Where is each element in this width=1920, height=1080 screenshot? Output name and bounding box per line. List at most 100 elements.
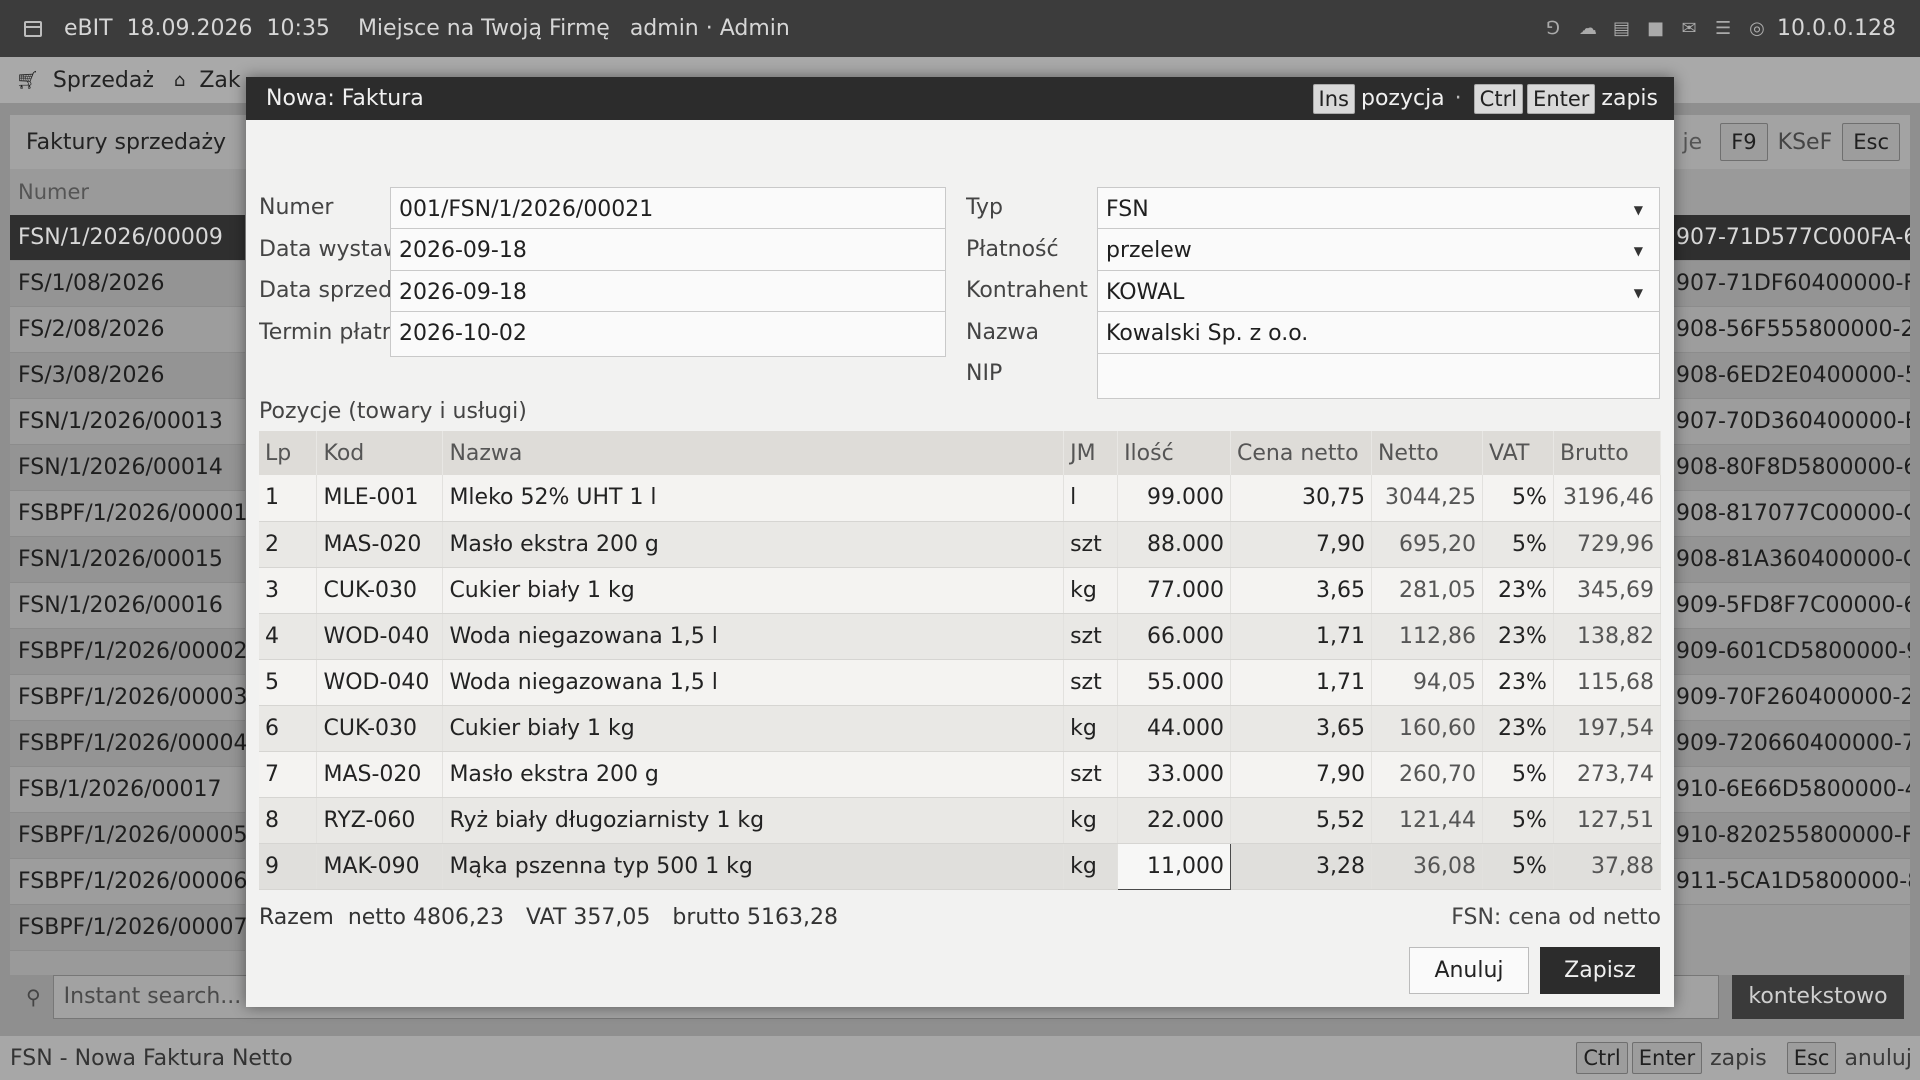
list-icon[interactable]: ☰ xyxy=(1715,19,1731,37)
cell-kod[interactable]: WOD-040 xyxy=(316,659,444,706)
list-item[interactable]: FSBPF/1/2026/00006 xyxy=(10,859,247,905)
save-button[interactable]: Zapisz xyxy=(1540,947,1660,994)
list-item-ksef-id[interactable]: 910-820255800000-F8 xyxy=(1670,813,1910,859)
cell-vat[interactable]: 5% xyxy=(1482,521,1554,568)
cell-kod[interactable]: CUK-030 xyxy=(316,567,444,614)
cell-cena-netto[interactable]: 5,52 xyxy=(1230,797,1372,844)
list-item-ksef-id[interactable]: 907-70D360400000-E9 xyxy=(1670,399,1910,445)
cell-cena-netto[interactable]: 30,75 xyxy=(1230,475,1372,522)
nip-input[interactable] xyxy=(1097,353,1660,399)
list-item-ksef-id[interactable]: 909-5FD8F7C00000-67 xyxy=(1670,583,1910,629)
cell-vat[interactable]: 5% xyxy=(1482,843,1554,890)
cell-brutto[interactable]: 273,74 xyxy=(1553,751,1662,798)
data-wystawienia-input[interactable]: 2026-09-18 xyxy=(390,228,946,274)
cell-nazwa[interactable]: Ryż biały długoziarnisty 1 kg xyxy=(442,797,1065,844)
cell-nazwa[interactable]: Mleko 52% UHT 1 l xyxy=(442,475,1065,522)
kontrahent-select[interactable]: KOWAL ▼ xyxy=(1097,270,1660,316)
table-row[interactable]: 6 CUK-030 Cukier biały 1 kg kg 44.000 3,65 160… xyxy=(259,705,1662,752)
cell-jm[interactable]: szt xyxy=(1063,751,1119,798)
cell-jm[interactable]: szt xyxy=(1063,659,1119,706)
cell-nazwa[interactable]: Masło ekstra 200 g xyxy=(442,521,1065,568)
list-item-ksef-id[interactable]: 908-6ED2E0400000-5D xyxy=(1670,353,1910,399)
list-item[interactable]: FSN/1/2026/00009 xyxy=(10,215,245,261)
cell-cena-netto[interactable]: 3,28 xyxy=(1230,843,1372,890)
cell-kod[interactable]: MAS-020 xyxy=(316,751,444,798)
cell-nazwa[interactable]: Woda niegazowana 1,5 l xyxy=(442,659,1065,706)
header-brutto[interactable]: Brutto xyxy=(1553,431,1662,475)
list-item-ksef-id[interactable]: 909-70F260400000-2D xyxy=(1670,675,1910,721)
list-item[interactable]: FSB/1/2026/00017 xyxy=(10,767,245,813)
menu-item-sprzedaz[interactable]: 🛒︎ Sprzedaż xyxy=(16,68,154,93)
list-item-ksef-id[interactable]: 909-720660400000-70 xyxy=(1670,721,1910,767)
cloud-icon[interactable]: ☁ xyxy=(1579,19,1597,37)
list-item[interactable]: FSBPF/1/2026/00007 xyxy=(10,905,247,951)
header-cena-netto[interactable]: Cena netto xyxy=(1230,431,1372,475)
cell-jm[interactable]: kg xyxy=(1063,797,1119,844)
data-sprzedazy-input[interactable]: 2026-09-18 xyxy=(390,270,946,316)
globe-icon[interactable]: ◎ xyxy=(1749,19,1765,37)
table-row[interactable]: 2 MAS-020 Masło ekstra 200 g szt 88.000 7,90 6… xyxy=(259,521,1662,568)
esc-key[interactable]: Esc xyxy=(1842,123,1900,161)
chat-icon[interactable]: ■ xyxy=(1647,19,1664,37)
cell-cena-netto[interactable]: 7,90 xyxy=(1230,521,1372,568)
f9-key[interactable]: F9 xyxy=(1720,123,1768,161)
cell-ilosc[interactable]: 66.000 xyxy=(1117,613,1232,660)
list-item[interactable]: FSN/1/2026/00013 xyxy=(10,399,245,445)
cell-netto[interactable]: 36,08 xyxy=(1371,843,1483,890)
cell-cena-netto[interactable]: 1,71 xyxy=(1230,613,1372,660)
cell-lp[interactable]: 1 xyxy=(259,475,318,522)
cell-vat[interactable]: 5% xyxy=(1482,475,1554,522)
list-item-ksef-id[interactable]: 907-71D577C000FA-67 xyxy=(1670,215,1910,261)
cell-nazwa[interactable]: Cukier biały 1 kg xyxy=(442,705,1065,752)
cell-vat[interactable]: 5% xyxy=(1482,797,1554,844)
list-item[interactable]: FSN/1/2026/00014 xyxy=(10,445,245,491)
cell-vat[interactable]: 23% xyxy=(1482,705,1554,752)
cell-lp[interactable]: 9 xyxy=(259,843,318,890)
list-item[interactable]: FSN/1/2026/00015 xyxy=(10,537,245,583)
cell-kod[interactable]: WOD-040 xyxy=(316,613,444,660)
cell-netto[interactable]: 695,20 xyxy=(1371,521,1483,568)
cell-kod[interactable]: MAK-090 xyxy=(316,843,444,890)
window-icon[interactable] xyxy=(24,20,42,37)
cell-netto[interactable]: 281,05 xyxy=(1371,567,1483,614)
list-item[interactable]: FSBPF/1/2026/00001 xyxy=(10,491,247,537)
cell-jm[interactable]: kg xyxy=(1063,567,1119,614)
list-item-ksef-id[interactable]: 908-80F8D5800000-6E xyxy=(1670,445,1910,491)
cell-nazwa[interactable]: Mąka pszenna typ 500 1 kg xyxy=(442,843,1065,890)
list-item-ksef-id[interactable]: 908-81A360400000-C3 xyxy=(1670,537,1910,583)
cell-kod[interactable]: MAS-020 xyxy=(316,521,444,568)
table-row[interactable]: 7 MAS-020 Masło ekstra 200 g szt 33.000 7,90 2… xyxy=(259,751,1662,798)
header-kod[interactable]: Kod xyxy=(316,431,444,475)
cell-netto[interactable]: 94,05 xyxy=(1371,659,1483,706)
cell-lp[interactable]: 4 xyxy=(259,613,318,660)
cell-jm[interactable]: szt xyxy=(1063,521,1119,568)
cell-nazwa[interactable]: Masło ekstra 200 g xyxy=(442,751,1065,798)
cell-brutto[interactable]: 138,82 xyxy=(1553,613,1662,660)
cell-brutto[interactable]: 197,54 xyxy=(1553,705,1662,752)
cell-jm[interactable]: kg xyxy=(1063,843,1119,890)
list-item[interactable]: FS/3/08/2026 xyxy=(10,353,245,399)
header-ilosc[interactable]: Ilość xyxy=(1117,431,1232,475)
cell-nazwa[interactable]: Woda niegazowana 1,5 l xyxy=(442,613,1065,660)
cell-jm[interactable]: kg xyxy=(1063,705,1119,752)
cell-netto[interactable]: 160,60 xyxy=(1371,705,1483,752)
table-row[interactable]: 9 MAK-090 Mąka pszenna typ 500 1 kg kg 11,00… xyxy=(259,842,1662,890)
cell-vat[interactable]: 23% xyxy=(1482,567,1554,614)
cell-lp[interactable]: 2 xyxy=(259,521,318,568)
cell-ilosc[interactable]: 44.000 xyxy=(1117,705,1232,752)
cell-ilosc[interactable]: 33.000 xyxy=(1117,751,1232,798)
cell-kod[interactable]: CUK-030 xyxy=(316,705,444,752)
cell-lp[interactable]: 8 xyxy=(259,797,318,844)
list-item[interactable]: FSBPF/1/2026/00004 xyxy=(10,721,247,767)
cell-lp[interactable]: 6 xyxy=(259,705,318,752)
list-item[interactable]: FSN/1/2026/00016 xyxy=(10,583,245,629)
header-nazwa[interactable]: Nazwa xyxy=(442,431,1065,475)
cell-brutto[interactable]: 3196,46 xyxy=(1553,475,1662,522)
list-item-ksef-id[interactable]: 908-56F555800000-2C xyxy=(1670,307,1910,353)
cell-lp[interactable]: 7 xyxy=(259,751,318,798)
list-item[interactable]: FS/1/08/2026 xyxy=(10,261,245,307)
header-netto[interactable]: Netto xyxy=(1371,431,1483,475)
cell-ilosc[interactable]: 55.000 xyxy=(1117,659,1232,706)
cell-ilosc[interactable]: 11,000 xyxy=(1117,842,1232,890)
cell-nazwa[interactable]: Cukier biały 1 kg xyxy=(442,567,1065,614)
